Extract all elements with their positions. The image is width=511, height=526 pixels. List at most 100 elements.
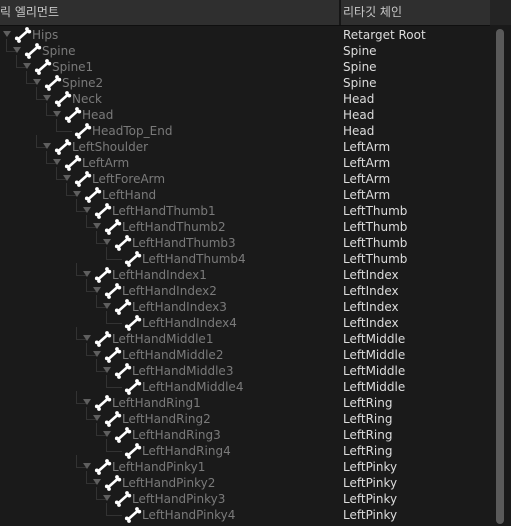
tree-row[interactable]: LeftHandThumb2 LeftThumb xyxy=(0,215,492,235)
tree-row[interactable]: LeftHandMiddle4 LeftMiddle xyxy=(0,375,492,395)
bone-tree: Hips Retarget Root Spine Spine Spine1 Spine Sp… xyxy=(0,27,492,526)
tree-row[interactable]: LeftHandIndex2 LeftIndex xyxy=(0,279,492,299)
triangle-down-icon[interactable] xyxy=(83,463,91,469)
bone-icon xyxy=(54,139,72,155)
header-corner xyxy=(490,0,511,25)
triangle-down-icon[interactable] xyxy=(33,79,41,85)
triangle-down-icon[interactable] xyxy=(3,31,11,37)
tree-row[interactable]: LeftHandPinky1 LeftPinky xyxy=(0,455,492,475)
bone-name: Spine xyxy=(42,44,76,58)
bone-name: LeftForeArm xyxy=(92,172,166,186)
tree-row[interactable]: LeftHandIndex3 LeftIndex xyxy=(0,295,492,315)
retarget-chain-name: LeftMiddle xyxy=(343,332,406,346)
tree-row[interactable]: LeftHandMiddle2 LeftMiddle xyxy=(0,343,492,363)
retarget-chain-name: LeftPinky xyxy=(343,492,398,506)
column-divider[interactable] xyxy=(339,0,341,25)
triangle-down-icon[interactable] xyxy=(23,63,31,69)
triangle-down-icon[interactable] xyxy=(93,287,101,293)
tree-guide-line xyxy=(76,391,77,403)
triangle-down-icon[interactable] xyxy=(43,143,51,149)
triangle-down-icon[interactable] xyxy=(103,367,111,373)
tree-row[interactable]: LeftHand LeftArm xyxy=(0,183,492,203)
triangle-down-icon[interactable] xyxy=(83,335,91,341)
bone-icon xyxy=(114,427,132,443)
triangle-down-icon[interactable] xyxy=(73,191,81,197)
tree-row[interactable]: LeftArm LeftArm xyxy=(0,151,492,171)
column-header-retarget-chain[interactable]: 리타깃 체인 xyxy=(343,0,489,25)
tree-guide-line xyxy=(96,359,97,371)
tree-guide-line xyxy=(86,407,87,419)
tree-row[interactable]: LeftHandRing2 LeftRing xyxy=(0,407,492,427)
triangle-down-icon[interactable] xyxy=(93,479,101,485)
tree-guide-line xyxy=(76,327,77,339)
tree-guide-line xyxy=(46,103,47,115)
triangle-down-icon[interactable] xyxy=(93,223,101,229)
tree-row[interactable]: LeftForeArm LeftArm xyxy=(0,167,492,187)
tree-row[interactable]: LeftHandThumb4 LeftThumb xyxy=(0,247,492,267)
tree-row[interactable]: LeftHandPinky2 LeftPinky xyxy=(0,471,492,491)
bone-icon xyxy=(124,507,142,523)
tree-row[interactable]: Neck Head xyxy=(0,87,492,107)
retarget-chain-name: Retarget Root xyxy=(343,28,426,42)
tree-row[interactable]: LeftHandIndex4 LeftIndex xyxy=(0,311,492,331)
bone-name: Neck xyxy=(72,92,102,106)
triangle-down-icon[interactable] xyxy=(83,271,91,277)
triangle-down-icon[interactable] xyxy=(63,175,71,181)
triangle-down-icon[interactable] xyxy=(103,239,111,245)
bone-name: LeftHandPinky1 xyxy=(112,460,206,474)
bone-name: Head xyxy=(82,108,114,122)
triangle-down-icon[interactable] xyxy=(93,415,101,421)
retarget-chain-name: LeftRing xyxy=(343,444,393,458)
tree-row[interactable]: LeftHandRing3 LeftRing xyxy=(0,423,492,443)
vertical-scrollbar[interactable] xyxy=(494,27,508,526)
tree-row[interactable]: Spine1 Spine xyxy=(0,55,492,75)
triangle-down-icon[interactable] xyxy=(53,111,61,117)
retarget-chain-name: LeftIndex xyxy=(343,300,399,314)
bone-icon xyxy=(104,347,122,363)
bone-name: LeftHandMiddle4 xyxy=(142,380,244,394)
scrollbar-thumb[interactable] xyxy=(496,29,504,524)
tree-row[interactable]: HeadTop_End Head xyxy=(0,119,492,139)
triangle-down-icon[interactable] xyxy=(103,495,111,501)
tree-guide-line xyxy=(86,215,87,227)
bone-icon xyxy=(114,235,132,251)
triangle-down-icon[interactable] xyxy=(83,207,91,213)
tree-row[interactable]: LeftShoulder LeftArm xyxy=(0,135,492,155)
tree-guide-line xyxy=(6,39,7,51)
tree-guide-line xyxy=(46,151,47,163)
column-header-rig-element[interactable]: 릭 엘리먼트 xyxy=(0,0,337,25)
triangle-down-icon[interactable] xyxy=(43,95,51,101)
bone-icon xyxy=(34,59,52,75)
triangle-down-icon[interactable] xyxy=(13,47,21,53)
tree-guide-line xyxy=(106,311,107,323)
tree-row[interactable]: Head Head xyxy=(0,103,492,123)
triangle-down-icon[interactable] xyxy=(83,399,91,405)
tree-row[interactable]: LeftHandPinky3 LeftPinky xyxy=(0,487,492,507)
tree-row[interactable]: LeftHandMiddle1 LeftMiddle xyxy=(0,327,492,347)
tree-guide-line xyxy=(86,471,87,483)
bone-icon xyxy=(94,203,112,219)
retarget-chain-name: LeftRing xyxy=(343,412,393,426)
tree-guide-line xyxy=(96,295,97,307)
tree-row[interactable]: LeftHandMiddle3 LeftMiddle xyxy=(0,359,492,379)
tree-row[interactable]: Spine2 Spine xyxy=(0,71,492,91)
tree-row[interactable]: LeftHandPinky4 LeftPinky xyxy=(0,503,492,523)
bone-icon xyxy=(74,123,92,139)
triangle-down-icon[interactable] xyxy=(103,431,111,437)
tree-guide-line xyxy=(76,263,77,275)
bone-icon xyxy=(124,315,142,331)
tree-row[interactable]: LeftHandThumb3 LeftThumb xyxy=(0,231,492,251)
bone-name: LeftHandThumb1 xyxy=(112,204,216,218)
triangle-down-icon[interactable] xyxy=(103,303,111,309)
tree-row[interactable]: LeftHandThumb1 LeftThumb xyxy=(0,199,492,219)
tree-row[interactable]: LeftHandIndex1 LeftIndex xyxy=(0,263,492,283)
triangle-down-icon[interactable] xyxy=(93,351,101,357)
tree-row[interactable]: Hips Retarget Root xyxy=(0,27,492,43)
tree-row[interactable]: Spine Spine xyxy=(0,39,492,59)
tree-guide-line xyxy=(106,387,122,388)
triangle-down-icon[interactable] xyxy=(53,159,61,165)
retarget-chain-name: LeftPinky xyxy=(343,508,398,522)
bone-name: LeftShoulder xyxy=(72,140,149,154)
tree-row[interactable]: LeftHandRing1 LeftRing xyxy=(0,391,492,411)
tree-row[interactable]: LeftHandRing4 LeftRing xyxy=(0,439,492,459)
